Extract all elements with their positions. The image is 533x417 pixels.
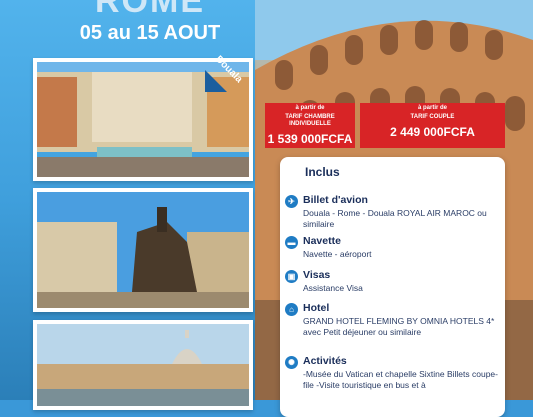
bus-icon: ▬ (285, 236, 298, 249)
section-visa-title: Visas (303, 269, 331, 281)
section-hotel-text: GRAND HOTEL FLEMING BY OMNIA HOTELS 4* a… (303, 316, 495, 337)
section-hotel-title: Hotel (303, 302, 330, 314)
hotel-icon: ⌂ (285, 303, 298, 316)
section-shuttle-title: Navette (303, 235, 341, 247)
section-activities-title: Activités (303, 355, 347, 367)
price-single-label: TARIF CHAMBRE INDIVIDUELLE (285, 114, 335, 127)
title: ROME (95, 0, 205, 20)
section-flight-text: Douala - Rome - Douala ROYAL AIR MAROC o… (303, 208, 487, 229)
price-couple-amount: 2 449 000FCFA (390, 125, 475, 139)
visa-icon: ▣ (285, 270, 298, 283)
activities-icon: ✺ (285, 356, 298, 369)
price-couple-label: TARIF COUPLE (410, 114, 455, 120)
price-couple: à partir de TARIF COUPLE 2 449 000FCFA (360, 103, 505, 148)
included-title: Inclus (305, 165, 340, 179)
price-couple-prefix: à partir de (417, 105, 447, 111)
price-single-amount: 1 539 000FCFA (267, 132, 353, 146)
section-visa-text: Assistance Visa (303, 283, 363, 293)
vatican-photo (33, 320, 253, 410)
plane-icon: ✈ (285, 195, 298, 208)
section-activities-text: -Musée du Vatican et chapelle Sixtine Bi… (303, 369, 498, 390)
price-single: à partir de TARIF CHAMBRE INDIVIDUELLE 1… (265, 103, 355, 148)
capitol-statue-photo (33, 188, 253, 312)
section-shuttle-text: Navette - aéroport (303, 249, 372, 259)
price-single-prefix: à partir de (295, 105, 325, 111)
section-flight-title: Billet d'avion (303, 194, 368, 206)
travel-dates: 05 au 15 AOUT (79, 22, 221, 44)
